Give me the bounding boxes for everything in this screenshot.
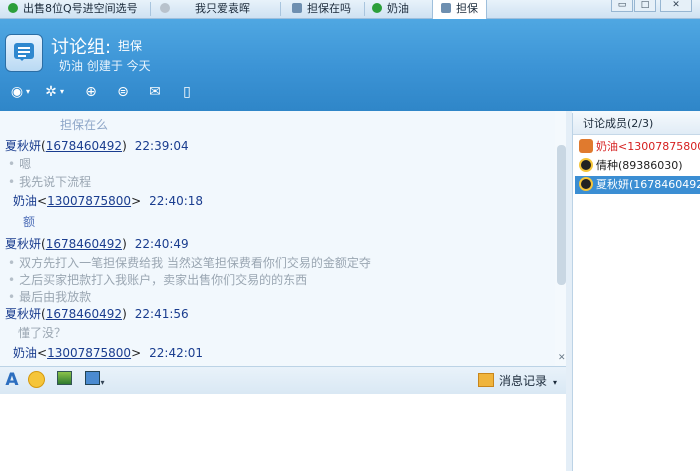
message-header: 奶油<13007875800> 22:42:01 — [13, 346, 204, 360]
online-status-icon — [8, 3, 18, 13]
picture-icon[interactable] — [56, 371, 72, 389]
maximize-button[interactable]: □ — [634, 0, 656, 12]
tab-wo-zhi-ai[interactable]: 我只爱袁晖 — [160, 0, 250, 18]
message-input[interactable] — [0, 394, 570, 471]
message-line: • 嗯 — [8, 157, 32, 171]
mail-icon[interactable]: ✉ — [146, 83, 164, 101]
chat-bubble-icon — [292, 3, 302, 13]
message-line: • 之后买家把款打入我账户，卖家出售你们交易的的东西 — [8, 273, 308, 287]
qq-number-link[interactable]: 1678460492 — [46, 307, 122, 321]
file-icon[interactable]: ▯ — [178, 83, 196, 101]
chat-history[interactable]: 担保在么 夏秋妍(1678460492) 22:39:04 • 嗯 • 我先说下流程 … — [0, 111, 555, 366]
font-icon[interactable]: A — [4, 371, 20, 389]
tab-sell-qq[interactable]: 出售8位Q号进空间选号 — [8, 0, 138, 18]
message-line: 额 — [23, 215, 36, 229]
qq-penguin-icon — [579, 177, 593, 191]
scroll-to-bottom-icon[interactable]: ✕ — [558, 353, 566, 363]
faded-message: 担保在么 — [60, 118, 109, 132]
message-header: 奶油<13007875800> 22:40:18 — [13, 194, 204, 208]
message-line: • 最后由我放款 — [8, 290, 92, 304]
tab-naiyou[interactable]: 奶油 — [372, 0, 409, 18]
tab-danbao[interactable]: 担保 — [432, 0, 487, 19]
message-line: • 双方先打入一笔担保费给我 当然这笔担保费看你们交易的金额定夺 — [8, 256, 371, 270]
members-panel: 讨论成员(2/3) 奶油<13007875800> 倩种(89386030) 夏… — [572, 113, 700, 471]
message-line: 懂了没？ — [18, 326, 67, 340]
member-avatar-icon — [579, 139, 593, 153]
remote-assist-icon[interactable]: ⊜ — [114, 83, 132, 101]
online-status-icon — [372, 3, 382, 13]
tab-separator — [280, 2, 281, 16]
group-title-label: 讨论组: — [51, 37, 112, 58]
emoji-icon[interactable] — [28, 371, 45, 389]
group-header: 讨论组: 担保 奶油 创建于 今天 ◉ ▾ ✲ ▾ ⊕ ⊜ ✉ ▯ — [0, 19, 700, 111]
member-item-selected[interactable]: 夏秋妍(1678460492) — [575, 176, 700, 194]
tab-danbao-zaima[interactable]: 担保在吗 — [292, 0, 351, 18]
group-avatar-icon[interactable] — [5, 34, 43, 72]
video-call-icon[interactable]: ◉ ▾ — [8, 83, 30, 101]
tab-separator — [364, 2, 365, 16]
message-line: • 我先说下流程 — [8, 175, 92, 189]
settings-icon[interactable]: ✲ ▾ — [42, 83, 64, 101]
chat-scrollbar[interactable] — [557, 145, 566, 285]
creator-text: 奶油 创建于 今天 — [59, 59, 151, 73]
member-item[interactable]: 倩种(89386030) — [575, 157, 700, 175]
input-toolbar: A ▾ 消息记录 ▾ — [0, 366, 570, 394]
qq-number-link[interactable]: 1678460492 — [46, 237, 122, 251]
tab-separator — [150, 2, 151, 16]
qq-number-link[interactable]: 13007875800 — [47, 194, 131, 208]
message-header: 夏秋妍(1678460492) 22:39:04 — [5, 139, 189, 153]
add-member-icon[interactable]: ⊕ — [82, 83, 100, 101]
close-button[interactable]: ✕ — [660, 0, 692, 12]
qq-penguin-icon — [579, 158, 593, 172]
screenshot-icon[interactable]: ▾ — [82, 371, 108, 389]
message-header: 夏秋妍(1678460492) 22:41:56 — [5, 307, 189, 321]
chat-bubble-icon — [441, 3, 451, 13]
message-header: 夏秋妍(1678460492) 22:40:49 — [5, 237, 189, 251]
group-name: 担保 — [118, 39, 143, 53]
qq-number-link[interactable]: 13007875800 — [47, 346, 131, 360]
member-item[interactable]: 奶油<13007875800> — [575, 138, 700, 156]
message-history-button[interactable]: 消息记录 ▾ — [478, 372, 557, 390]
history-icon — [478, 373, 494, 387]
offline-status-icon — [160, 3, 170, 13]
tab-bar: 出售8位Q号进空间选号 我只爱袁晖 担保在吗 奶油 担保 ▭ □ ✕ — [0, 0, 700, 19]
members-title: 讨论成员(2/3) — [573, 113, 700, 135]
minimize-button[interactable]: ▭ — [611, 0, 633, 12]
qq-number-link[interactable]: 1678460492 — [46, 139, 122, 153]
